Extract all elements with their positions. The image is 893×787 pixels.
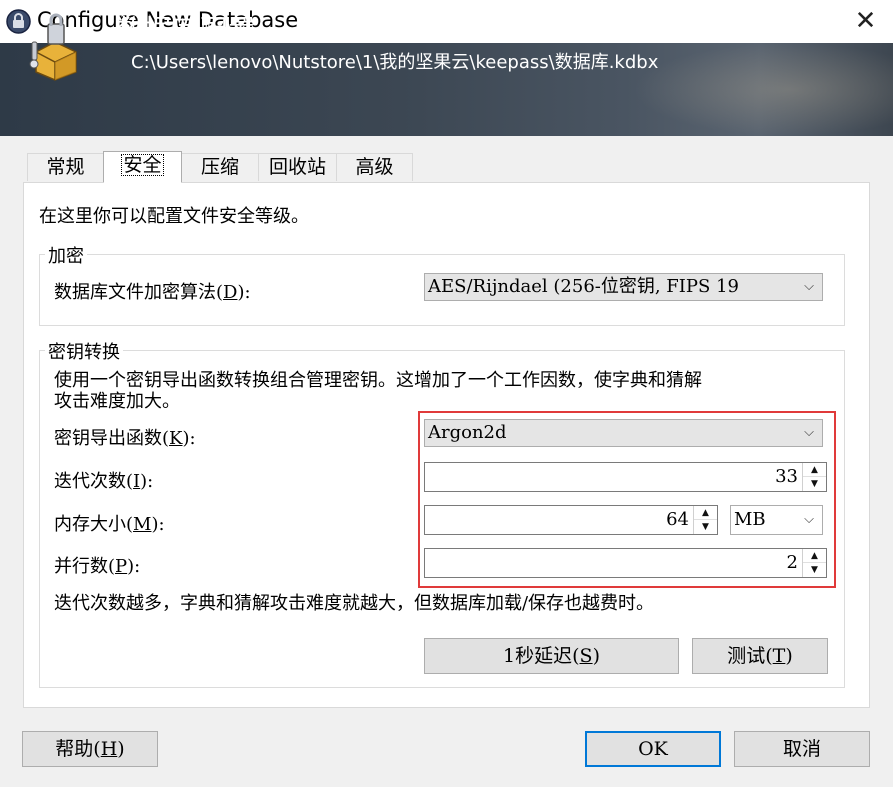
encryption-algorithm-select[interactable]: AES/Rijndael (256-位密钥, FIPS 19 ⌵ xyxy=(424,273,823,301)
database-path: C:\Users\lenovo\Nutstore\1\我的坚果云\keepass… xyxy=(131,52,659,73)
iterations-label: 迭代次数(I): xyxy=(54,471,154,492)
help-button[interactable]: 帮助(H) xyxy=(22,731,158,767)
tab-recycle-bin[interactable]: 回收站 xyxy=(258,153,337,181)
security-intro: 在这里你可以配置文件安全等级。 xyxy=(39,206,309,227)
key-transformation-group-title: 密钥转换 xyxy=(45,338,123,364)
memory-label: 内存大小(M): xyxy=(54,514,165,535)
tab-label: 安全 xyxy=(121,154,164,176)
cancel-button[interactable]: 取消 xyxy=(734,731,870,767)
ok-button[interactable]: OK xyxy=(585,731,721,767)
tab-security[interactable]: 安全 xyxy=(103,151,182,183)
tab-general[interactable]: 常规 xyxy=(27,153,104,181)
close-button[interactable]: ✕ xyxy=(838,0,893,43)
banner-glow xyxy=(633,43,893,136)
key-transformation-description-line2: 攻击难度加大。 xyxy=(54,391,180,412)
encryption-algorithm-label: 数据库文件加密算法(D): xyxy=(54,282,251,303)
parallelism-label: 并行数(P): xyxy=(54,556,141,577)
test-button[interactable]: 测试(T) xyxy=(692,638,828,674)
database-lock-icon xyxy=(29,13,77,81)
tab-label: 回收站 xyxy=(268,156,326,178)
iterations-note: 迭代次数越多，字典和猜解攻击难度就越大，但数据库加载/保存也越费时。 xyxy=(54,593,655,614)
chevron-down-icon: ⌵ xyxy=(804,279,814,294)
one-second-delay-button[interactable]: 1秒延迟(S) xyxy=(424,638,679,674)
tab-label: 压缩 xyxy=(200,156,239,178)
encryption-group-title: 加密 xyxy=(45,242,87,268)
annotation-highlight-box xyxy=(418,411,836,588)
tab-label: 常规 xyxy=(46,156,85,178)
encryption-algorithm-value: AES/Rijndael (256-位密钥, FIPS 19 xyxy=(428,276,739,297)
banner-title: 数据库配置 xyxy=(116,15,256,46)
tab-label: 高级 xyxy=(355,156,394,178)
kdf-label: 密钥导出函数(K): xyxy=(54,428,196,449)
tab-compression[interactable]: 压缩 xyxy=(181,153,259,181)
tab-advanced[interactable]: 高级 xyxy=(336,153,413,181)
